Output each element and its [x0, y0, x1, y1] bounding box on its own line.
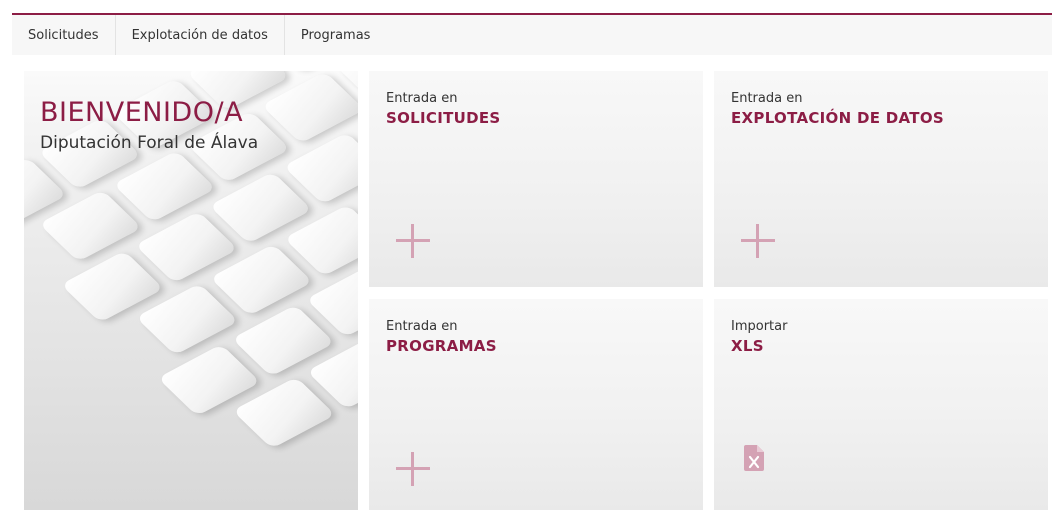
- card-title: SOLICITUDES: [386, 109, 501, 127]
- card-programas[interactable]: Entrada en PROGRAMAS: [369, 299, 703, 510]
- card-importar-xls[interactable]: Importar XLS: [714, 299, 1048, 510]
- card-explotacion-de-datos[interactable]: Entrada en EXPLOTACIÓN DE DATOS: [714, 71, 1048, 287]
- card-title: EXPLOTACIÓN DE DATOS: [731, 109, 944, 127]
- plus-icon: [396, 224, 430, 258]
- plus-icon: [396, 452, 430, 486]
- xls-file-icon: [744, 445, 764, 471]
- welcome-title: BIENVENIDO/A: [40, 97, 244, 128]
- card-label: Entrada en: [386, 91, 458, 106]
- plus-icon: [741, 224, 775, 258]
- nav-item-explotacion-de-datos[interactable]: Explotación de datos: [116, 15, 285, 55]
- welcome-panel: BIENVENIDO/A Diputación Foral de Álava: [24, 71, 358, 510]
- card-solicitudes[interactable]: Entrada en SOLICITUDES: [369, 71, 703, 287]
- welcome-subtitle: Diputación Foral de Álava: [40, 133, 259, 153]
- card-label: Entrada en: [386, 319, 458, 334]
- main-nav: Solicitudes Explotación de datos Program…: [12, 15, 1052, 55]
- nav-item-solicitudes[interactable]: Solicitudes: [12, 15, 116, 55]
- card-label: Entrada en: [731, 91, 803, 106]
- card-label: Importar: [731, 319, 788, 334]
- card-title: PROGRAMAS: [386, 337, 497, 355]
- nav-item-programas[interactable]: Programas: [285, 15, 387, 55]
- card-title: XLS: [731, 337, 764, 355]
